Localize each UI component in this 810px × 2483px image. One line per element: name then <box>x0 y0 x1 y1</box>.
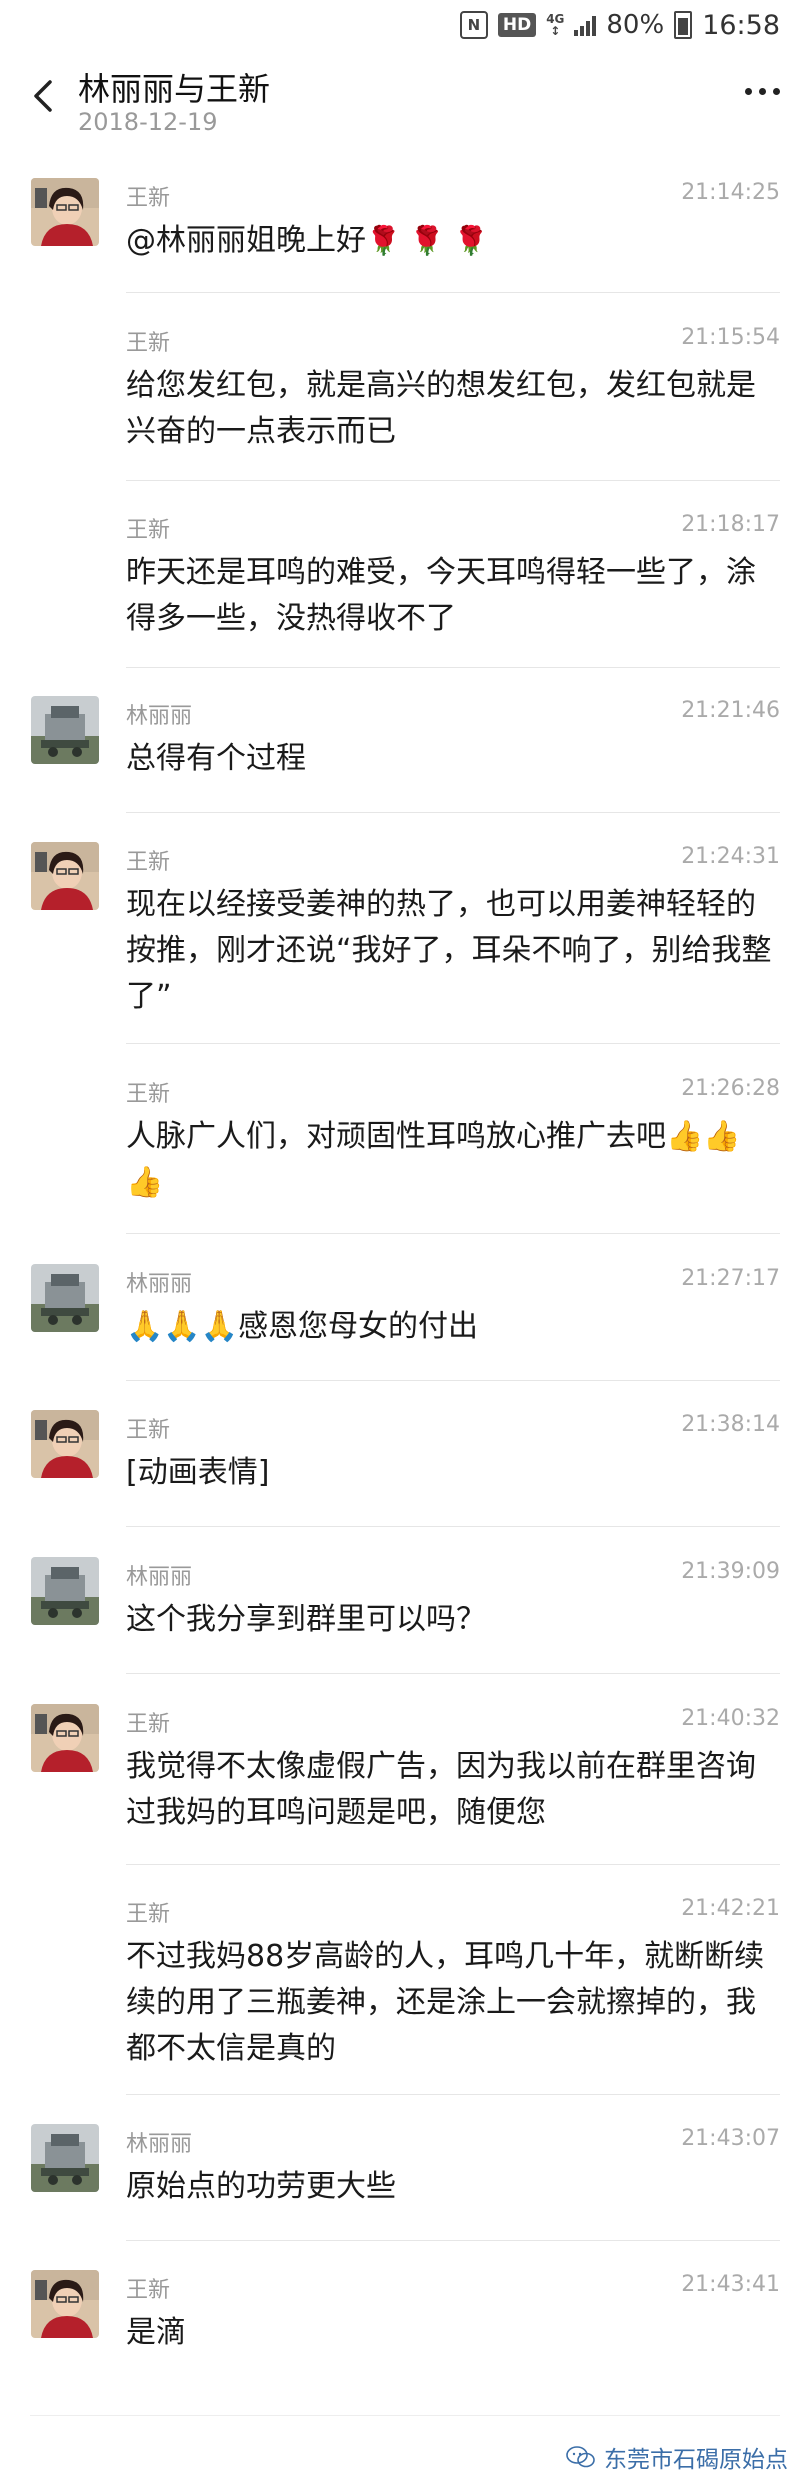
message-time: 21:43:41 <box>681 2272 780 2297</box>
avatar-wangxin[interactable] <box>31 1410 99 1478</box>
message-time: 21:27:17 <box>681 1266 780 1291</box>
message-time: 21:24:31 <box>681 844 780 869</box>
avatar-linlili[interactable] <box>31 1264 99 1332</box>
avatar-linlili[interactable] <box>31 2124 99 2192</box>
nfc-icon: N <box>459 11 488 39</box>
divider <box>126 1380 780 1381</box>
clock: 16:58 <box>702 9 780 41</box>
battery-percent: 80% <box>606 10 665 40</box>
battery-icon <box>674 11 693 39</box>
avatar-linlili[interactable] <box>31 1557 99 1625</box>
message-text: [动画表情] <box>126 1455 270 1490</box>
message-text: 人脉广人们，对顽固性耳鸣放心推广去吧👍👍👍 <box>126 1119 741 1200</box>
message-text: 🙏🙏🙏感恩您母女的付出 <box>126 1309 479 1344</box>
avatar-wangxin[interactable] <box>31 178 99 246</box>
divider <box>126 292 780 293</box>
divider <box>126 1673 780 1674</box>
sender-name: 王新 <box>126 518 171 543</box>
message-text: 原始点的功劳更大些 <box>126 2169 396 2204</box>
rose-emoji: 🌹 🌹 🌹 <box>366 224 489 257</box>
message-time: 21:26:28 <box>681 1076 780 1101</box>
back-arrow-icon[interactable] <box>24 76 64 116</box>
sender-name: 王新 <box>126 331 171 356</box>
sender-name: 林丽丽 <box>126 1272 193 1297</box>
signal-icon <box>574 14 597 36</box>
status-bar: N HD 4G ↕ 80% 16:58 <box>0 0 810 50</box>
sender-name: 王新 <box>126 1082 171 1107</box>
sender-name: 林丽丽 <box>126 704 193 729</box>
divider <box>126 2094 780 2095</box>
chat-date: 2018-12-19 <box>78 108 218 136</box>
avatar-linlili[interactable] <box>31 696 99 764</box>
chat-header: 林丽丽与王新 2018-12-19 <box>0 50 810 160</box>
message-time: 21:21:46 <box>681 698 780 723</box>
divider <box>126 812 780 813</box>
sender-name: 王新 <box>126 1712 171 1737</box>
hd-badge: HD <box>497 13 537 37</box>
wechat-icon <box>566 2446 595 2468</box>
message-text: 我觉得不太像虚假广告，因为我以前在群里咨询过我妈的耳鸣问题是吧，随便您 <box>126 1749 756 1830</box>
divider <box>30 2415 780 2416</box>
message-time: 21:43:07 <box>681 2126 780 2151</box>
network-indicator: 4G ↕ <box>546 12 565 38</box>
avatar-wangxin[interactable] <box>31 842 99 910</box>
sender-name: 林丽丽 <box>126 1565 193 1590</box>
divider <box>126 2240 780 2241</box>
watermark-text: 东莞市石碣原始点 <box>604 2447 788 2473</box>
sender-name: 林丽丽 <box>126 2132 193 2157</box>
divider <box>126 1233 780 1234</box>
message-time: 21:40:32 <box>681 1706 780 1731</box>
message-time: 21:38:14 <box>681 1412 780 1437</box>
chat-title: 林丽丽与王新 <box>78 70 271 108</box>
message-time: 21:18:17 <box>681 512 780 537</box>
divider <box>126 667 780 668</box>
message-text: 昨天还是耳鸣的难受，今天耳鸣得轻一些了，涂得多一些，没热得收不了 <box>126 555 756 636</box>
divider <box>126 1043 780 1044</box>
divider <box>126 480 780 481</box>
sender-name: 王新 <box>126 850 171 875</box>
message-time: 21:14:25 <box>681 180 780 205</box>
message-time: 21:15:54 <box>681 325 780 350</box>
more-options-icon[interactable] <box>745 88 780 95</box>
sender-name: 王新 <box>126 1902 171 1927</box>
message-text: 不过我妈88岁高龄的人，耳鸣几十年，就断断续续的用了三瓶姜神，还是涂上一会就擦掉… <box>126 1939 765 2066</box>
message-text: 是滴 <box>126 2315 186 2350</box>
avatar-wangxin[interactable] <box>31 1704 99 1772</box>
divider <box>126 1526 780 1527</box>
message-text: 这个我分享到群里可以吗？ <box>126 1602 486 1637</box>
message-text: 给您发红包，就是高兴的想发红包，发红包就是兴奋的一点表示而已 <box>126 368 756 449</box>
divider <box>126 1864 780 1865</box>
sender-name: 王新 <box>126 1418 171 1443</box>
message-text: @林丽丽姐晚上好🌹 🌹 🌹 <box>126 223 489 258</box>
avatar-wangxin[interactable] <box>31 2270 99 2338</box>
sender-name: 王新 <box>126 2278 171 2303</box>
watermark: 东莞市石碣原始点 <box>566 2440 788 2474</box>
message-time: 21:42:21 <box>681 1896 780 1921</box>
praying-hands-emoji: 🙏🙏🙏 <box>126 1309 239 1344</box>
message-text: 现在以经接受姜神的热了，也可以用姜神轻轻的按推，刚才还说“我好了，耳朵不响了，别… <box>126 887 772 1014</box>
sender-name: 王新 <box>126 186 171 211</box>
message-time: 21:39:09 <box>681 1559 780 1584</box>
message-text: 总得有个过程 <box>126 741 306 776</box>
